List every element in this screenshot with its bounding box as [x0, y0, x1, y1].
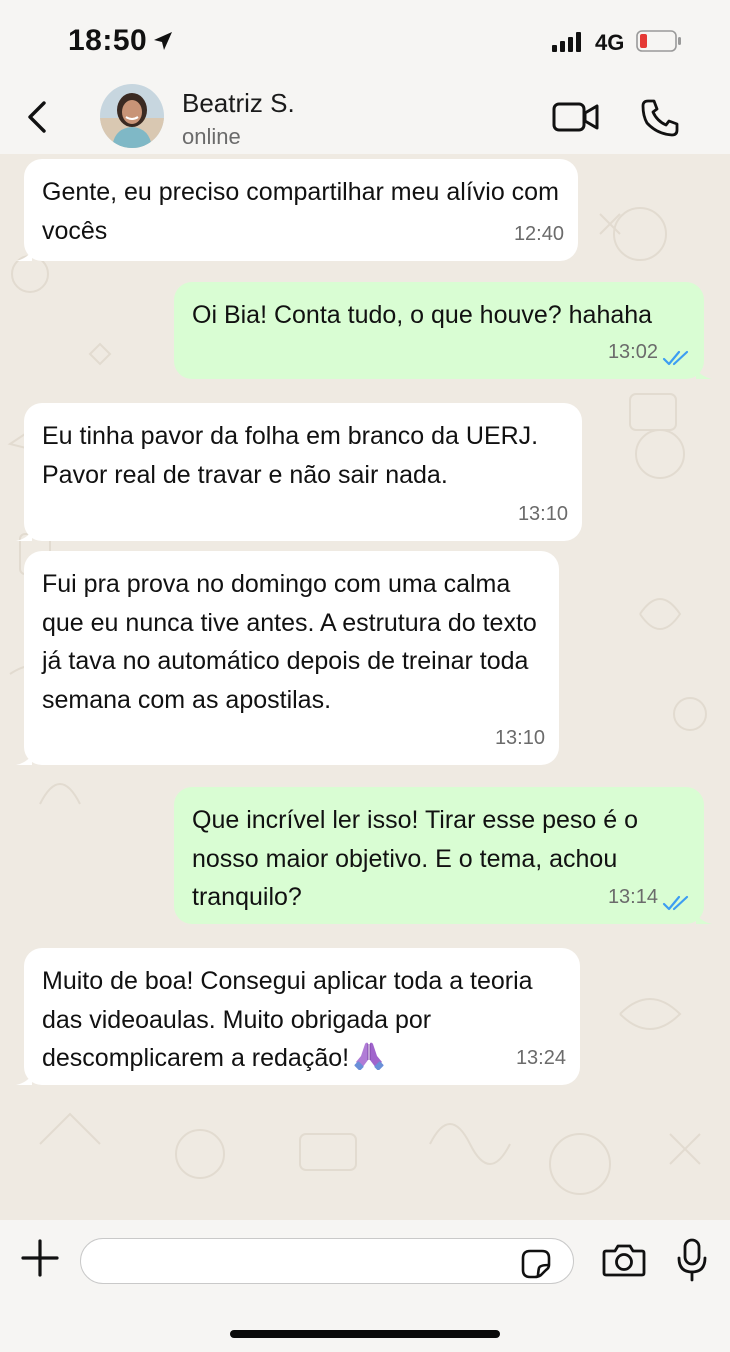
message-text: Eu tinha pavor da folha em branco da UER…: [42, 422, 539, 489]
input-bar: [0, 1220, 730, 1352]
incoming-message[interactable]: Fui pra prova no domingo com uma calma q…: [16, 551, 559, 765]
message-text: Gente, eu preciso compartilhar meu alívi…: [42, 178, 559, 245]
message-time: 13:14: [607, 885, 658, 908]
bubble-tail: [16, 531, 32, 541]
bubble-tail: [16, 755, 32, 765]
message-time: 13:10: [494, 726, 545, 749]
camera-icon[interactable]: [602, 1242, 646, 1278]
location-arrow-icon: [154, 32, 172, 50]
incoming-message[interactable]: Gente, eu preciso compartilhar meu alívi…: [16, 159, 578, 261]
chat-header: Beatriz S. online: [0, 80, 730, 154]
read-ticks-icon: [662, 895, 689, 911]
message-time: 13:24: [515, 1046, 566, 1069]
outgoing-message[interactable]: Que incrível ler isso! Tirar esse peso é…: [174, 787, 712, 924]
phone-call-icon[interactable]: [640, 98, 680, 138]
signal-icon: [552, 32, 581, 52]
folded-hands-icon: [353, 1040, 385, 1082]
status-bar: 18:50 4G: [0, 0, 730, 80]
message-time: 12:40: [513, 222, 564, 245]
contact-name[interactable]: Beatriz S.: [182, 88, 295, 119]
battery-low-icon: [636, 30, 681, 52]
back-chevron-icon[interactable]: [24, 100, 50, 134]
message-text: Muito de boa! Consegui aplicar toda a te…: [42, 967, 533, 1072]
incoming-message[interactable]: Eu tinha pavor da folha em branco da UER…: [16, 403, 582, 541]
plus-icon[interactable]: [20, 1238, 60, 1278]
contact-status: online: [182, 124, 241, 149]
home-indicator: [230, 1330, 500, 1338]
chat-area[interactable]: Gente, eu preciso compartilhar meu alívi…: [0, 154, 730, 1220]
message-text: Fui pra prova no domingo com uma calma q…: [42, 570, 537, 714]
bubble-tail: [16, 1075, 32, 1085]
bubble-tail: [16, 251, 32, 261]
bubble-tail: [696, 369, 712, 379]
video-call-icon[interactable]: [552, 100, 600, 134]
bubble-tail: [696, 914, 712, 924]
message-input[interactable]: [80, 1238, 574, 1284]
microphone-icon[interactable]: [676, 1238, 708, 1282]
incoming-message[interactable]: Muito de boa! Consegui aplicar toda a te…: [16, 948, 580, 1085]
status-time: 18:50: [68, 24, 148, 57]
message-time: 13:10: [517, 502, 568, 525]
message-time: 13:02: [607, 340, 658, 363]
sticker-icon[interactable]: [520, 1248, 552, 1280]
message-text: Oi Bia! Conta tudo, o que houve? hahaha: [192, 301, 653, 329]
read-ticks-icon: [662, 350, 689, 366]
network-type: 4G: [595, 30, 625, 55]
outgoing-message[interactable]: Oi Bia! Conta tudo, o que houve? hahaha 1…: [174, 282, 712, 379]
avatar[interactable]: [100, 84, 164, 148]
